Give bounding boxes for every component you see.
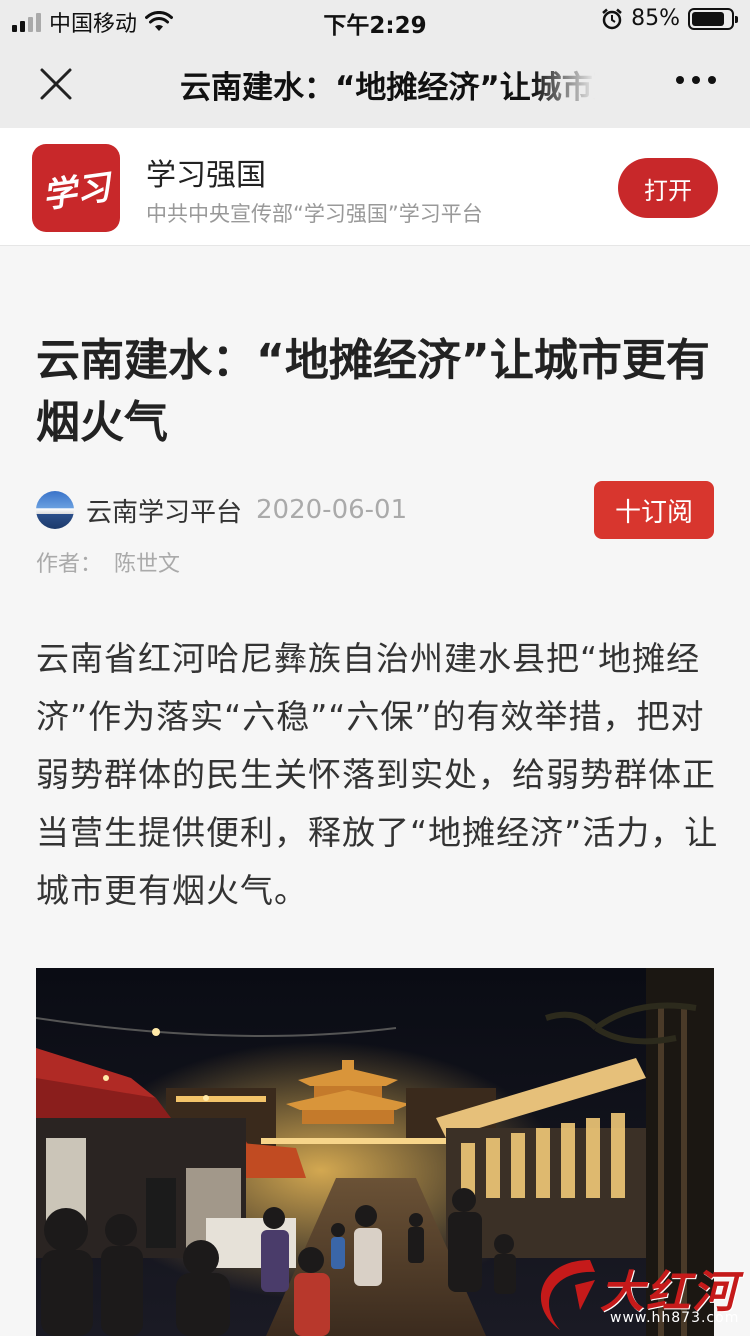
open-app-button[interactable]: 打开 xyxy=(618,158,718,218)
source-avatar[interactable] xyxy=(36,491,74,529)
article-title: 云南建水：“地摊经济”让城市更有烟火气 xyxy=(36,335,710,448)
publish-date: 2020-06-01 xyxy=(256,495,408,525)
app-logo: 学习 xyxy=(32,144,120,232)
author-name: 陈世文 xyxy=(114,552,181,577)
more-icon[interactable] xyxy=(676,76,716,84)
article-meta: 云南学习平台 2020-06-01 xyxy=(36,488,407,532)
app-logo-text: 学习 xyxy=(40,166,113,217)
status-bar: 中国移动 下午2:29 85% xyxy=(0,0,750,40)
alarm-icon xyxy=(602,8,622,29)
app-description: 中共中央宣传部“学习强国”学习平台 xyxy=(146,202,483,226)
app-banner: 学习 学习强国 中共中央宣传部“学习强国”学习平台 打开 xyxy=(0,128,750,246)
status-right: 85% xyxy=(601,6,738,31)
subscribe-button[interactable]: 十订阅 xyxy=(594,481,714,539)
article-body: 云南省红河哈尼彝族自治州建水县把“地摊经济”作为落实“六稳”“六保”的有效举措，… xyxy=(36,639,719,910)
nav-title: 云南建水：“地摊经济”让城市更有烟火气 xyxy=(180,70,595,106)
app-name: 学习强国 xyxy=(146,158,266,193)
watermark-url: www.hh873.com xyxy=(610,1310,740,1326)
source-name[interactable]: 云南学习平台 xyxy=(86,492,242,529)
nav-bar: 云南建水：“地摊经济”让城市更有烟火气 xyxy=(0,40,750,128)
author-line: 作者： 陈世文 xyxy=(36,546,180,578)
battery-percent: 85% xyxy=(631,6,680,31)
watermark: 大红河 www.hh873.com xyxy=(520,1250,750,1336)
close-icon[interactable] xyxy=(36,64,76,104)
author-label: 作者： xyxy=(36,552,103,577)
battery-icon xyxy=(688,7,738,30)
